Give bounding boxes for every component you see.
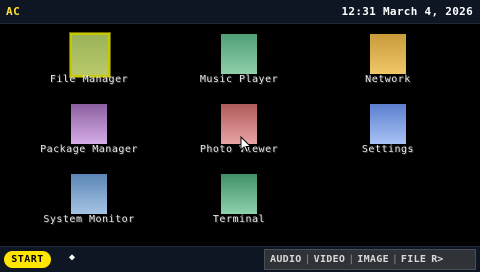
top-status-bar: AC 12:31 March 4, 2026 (0, 0, 480, 24)
app-system-monitor[interactable]: System Monitor (19, 164, 159, 228)
app-label: Package Manager (40, 144, 138, 155)
diamond-icon: ◆ (69, 252, 76, 263)
app-file-manager[interactable]: File Manager (19, 24, 159, 88)
bottom-bar: START ◆ AUDIO | VIDEO | IMAGE | FILE R> (0, 246, 480, 272)
app-photo-viewer[interactable]: Photo Viewer (169, 94, 309, 158)
app-label: Photo Viewer (199, 144, 279, 155)
next-page-button[interactable]: R> (426, 254, 443, 265)
filter-audio[interactable]: AUDIO (270, 254, 302, 265)
app-settings[interactable]: Settings (318, 94, 458, 158)
mouse-pointer-icon (240, 136, 252, 154)
app-package-manager[interactable]: Package Manager (19, 94, 159, 158)
app-terminal[interactable]: Terminal (169, 164, 309, 228)
start-button[interactable]: START (4, 251, 51, 268)
app-label: Network (365, 74, 411, 85)
filter-file[interactable]: FILE (401, 254, 426, 265)
app-label: File Manager (49, 74, 129, 85)
app-music-player[interactable]: Music Player (169, 24, 309, 88)
filter-separator: | (348, 254, 355, 265)
app-label: Terminal (212, 214, 266, 225)
app-grid: File Manager Music Player Network Packag… (0, 24, 480, 246)
filter-image[interactable]: IMAGE (357, 254, 389, 265)
brand-label: AC (6, 5, 21, 18)
filter-separator: | (391, 254, 398, 265)
filter-separator: | (304, 254, 311, 265)
settings-icon (370, 104, 406, 144)
app-label: Settings (361, 144, 415, 155)
package-manager-icon (71, 104, 107, 144)
terminal-icon (221, 174, 257, 214)
clock-display: 12:31 March 4, 2026 (341, 5, 473, 18)
filter-video[interactable]: VIDEO (314, 254, 346, 265)
file-manager-icon (70, 33, 110, 77)
app-label: System Monitor (43, 214, 135, 225)
network-icon (370, 34, 406, 74)
app-network[interactable]: Network (318, 24, 458, 88)
system-monitor-icon (71, 174, 107, 214)
media-filter-bar: AUDIO | VIDEO | IMAGE | FILE R> (264, 249, 476, 270)
app-label: Music Player (199, 74, 279, 85)
music-player-icon (221, 34, 257, 74)
